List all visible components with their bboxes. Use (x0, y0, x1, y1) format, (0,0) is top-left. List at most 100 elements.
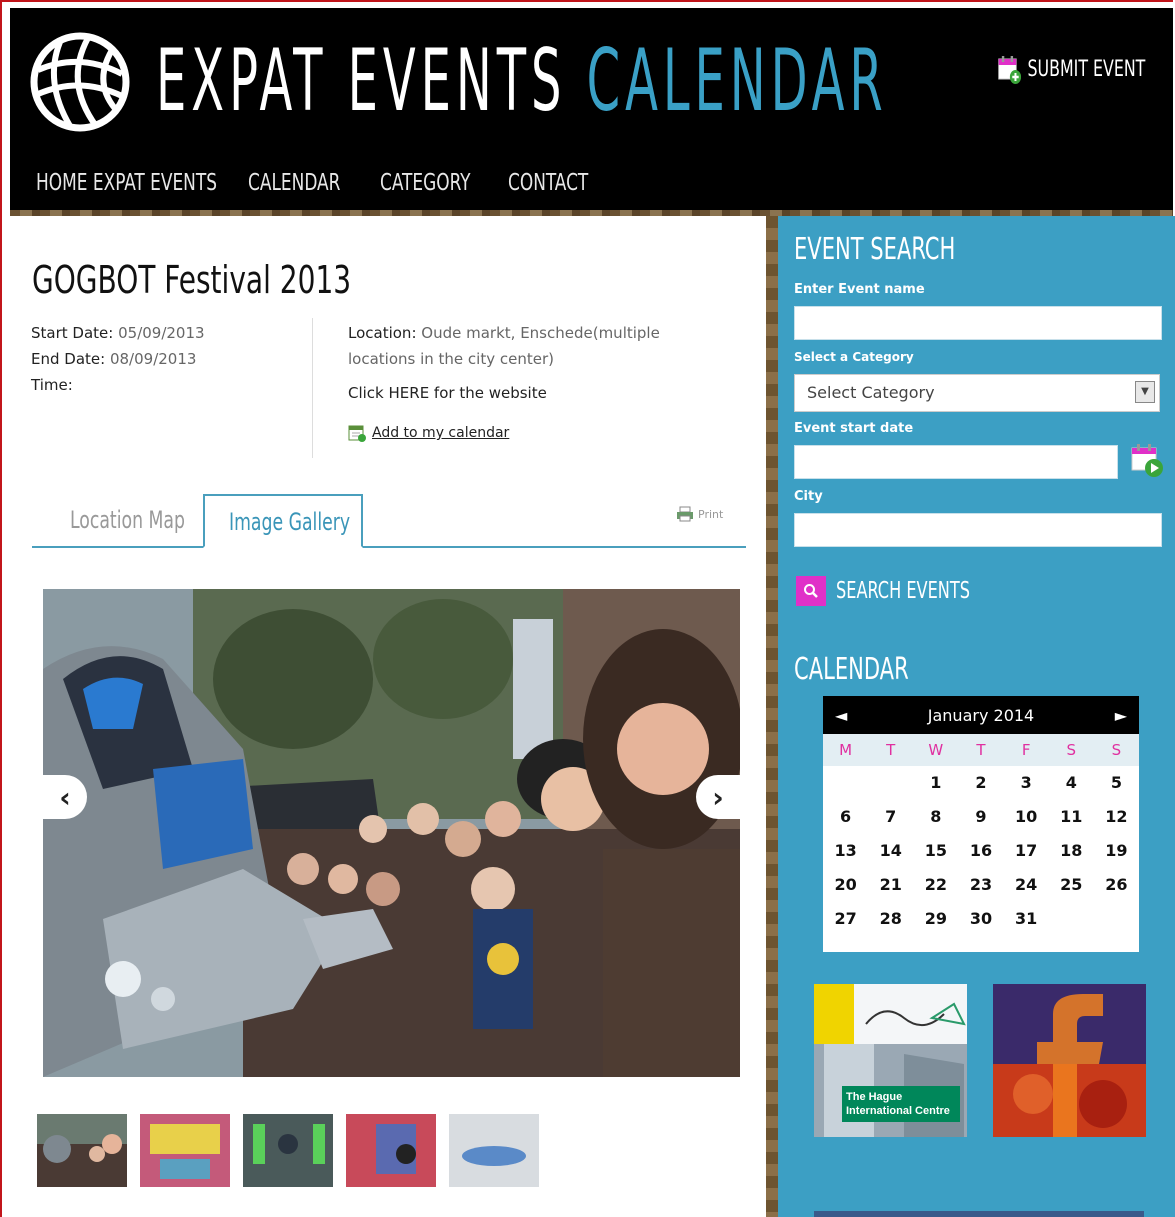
calendar-next-button[interactable]: ► (1115, 706, 1127, 725)
page-title: GOGBOT Festival 2013 (32, 258, 352, 302)
sidebar-footer-bar (814, 1211, 1144, 1217)
calendar-day[interactable]: 5 (1094, 766, 1139, 800)
add-to-calendar-link[interactable]: Add to my calendar (348, 424, 509, 442)
city-input[interactable] (794, 513, 1162, 547)
mini-calendar: ◄ January 2014 ► M T W T F S S 123456789… (823, 696, 1139, 952)
main-nav: HOME EXPAT EVENTS CALENDAR CATEGORY CONT… (36, 170, 618, 196)
calendar-day[interactable]: 3 (1004, 766, 1049, 800)
calendar-day[interactable]: 19 (1094, 834, 1139, 868)
decorative-divider (766, 216, 778, 1217)
search-events-label: SEARCH EVENTS (836, 578, 970, 604)
ad-text-line1: The Hague (846, 1091, 902, 1103)
calendar-month-label: January 2014 (927, 705, 1035, 725)
sidebar: EVENT SEARCH Enter Event name Select a C… (778, 216, 1175, 1217)
calendar-day[interactable]: 26 (1094, 868, 1139, 902)
gallery-next-button[interactable]: › (696, 775, 740, 819)
hague-international-centre-banner[interactable]: The Hague International Centre (814, 984, 967, 1137)
calendar-day[interactable]: 10 (1004, 800, 1049, 834)
tab-image-gallery[interactable]: Image Gallery (203, 494, 363, 548)
calendar-day[interactable]: 27 (823, 902, 868, 936)
calendar-day[interactable]: 31 (1004, 902, 1049, 936)
calendar-day[interactable]: 18 (1049, 834, 1094, 868)
print-button[interactable]: Print (676, 506, 723, 522)
calendar-day (823, 766, 868, 800)
gallery-main-image[interactable]: ‹ › (43, 589, 740, 1077)
calendar-day[interactable]: 20 (823, 868, 868, 902)
category-label: Select a Category (794, 350, 914, 364)
calendar-day[interactable]: 14 (868, 834, 913, 868)
gallery-thumbnail[interactable] (140, 1114, 230, 1187)
start-date-label: Start Date: (31, 324, 114, 342)
category-select[interactable]: Select Category ▼ (794, 374, 1160, 412)
submit-event-label: SUBMIT EVENT (1027, 56, 1145, 82)
tab-location-map[interactable]: Location Map (70, 506, 185, 534)
globe-logo-icon[interactable] (30, 32, 130, 132)
nav-home-expat-events[interactable]: HOME EXPAT EVENTS (36, 170, 217, 196)
weekday-label: M (839, 741, 853, 759)
calendar-day[interactable]: 4 (1049, 766, 1094, 800)
calendar-day[interactable]: 29 (913, 902, 958, 936)
submit-event-button[interactable]: SUBMIT EVENT (997, 54, 1145, 84)
time-label: Time: (31, 376, 73, 394)
nav-contact[interactable]: CONTACT (508, 170, 598, 196)
calendar-day[interactable]: 23 (958, 868, 1003, 902)
facebook-banner[interactable] (993, 984, 1146, 1137)
location-label: Location: (348, 324, 417, 342)
logo-text-white: EXPAT EVENTS (156, 31, 567, 131)
site-logo-text[interactable]: EXPAT EVENTS CALENDAR (156, 38, 888, 124)
website-link[interactable]: Click HERE for the website (348, 384, 547, 402)
print-label: Print (698, 507, 724, 521)
event-name-input[interactable] (794, 306, 1162, 340)
calendar-day[interactable]: 7 (868, 800, 913, 834)
chevron-left-icon: ‹ (59, 780, 71, 814)
search-icon (796, 576, 826, 606)
end-date-value: 08/09/2013 (109, 350, 197, 368)
calendar-day[interactable]: 6 (823, 800, 868, 834)
calendar-heading: CALENDAR (794, 652, 909, 687)
weekday-label: S (1066, 741, 1077, 759)
calendar-picker-icon[interactable] (1130, 442, 1164, 478)
calendar-day[interactable]: 1 (913, 766, 958, 800)
calendar-day[interactable]: 15 (913, 834, 958, 868)
tabs-underline (32, 546, 746, 548)
nav-calendar[interactable]: CALENDAR (248, 170, 356, 196)
calendar-header: ◄ January 2014 ► (823, 696, 1139, 734)
calendar-day[interactable]: 16 (958, 834, 1003, 868)
calendar-day (1049, 902, 1094, 936)
calendar-add-icon (997, 56, 1021, 84)
logo-text-blue: CALENDAR (586, 31, 888, 131)
category-select-value: Select Category (807, 383, 935, 402)
calendar-day (868, 766, 913, 800)
gallery-thumbnail[interactable] (243, 1114, 333, 1187)
calendar-day[interactable]: 2 (958, 766, 1003, 800)
calendar-day[interactable]: 25 (1049, 868, 1094, 902)
dropdown-arrow-icon: ▼ (1135, 381, 1155, 403)
weekday-label: T (976, 741, 986, 759)
printer-icon (677, 506, 693, 522)
calendar-day[interactable]: 17 (1004, 834, 1049, 868)
event-search-heading: EVENT SEARCH (794, 232, 956, 267)
gallery-prev-button[interactable]: ‹ (43, 775, 87, 819)
nav-category[interactable]: CATEGORY (380, 170, 485, 196)
calendar-day[interactable]: 8 (913, 800, 958, 834)
calendar-day[interactable]: 30 (958, 902, 1003, 936)
gallery-thumbnail[interactable] (449, 1114, 539, 1187)
calendar-days-grid: 1 2 3 4 5 6 7 8 9 10 11 12 13 14 15 16 17 18 19 20 21 22 23 24 2… (823, 766, 1139, 936)
calendar-day[interactable]: 12 (1094, 800, 1139, 834)
gallery-thumbnail[interactable] (346, 1114, 436, 1187)
gallery-thumbnail[interactable] (37, 1114, 127, 1187)
weekday-label: S (1111, 741, 1122, 759)
calendar-day[interactable]: 9 (958, 800, 1003, 834)
calendar-day[interactable]: 21 (868, 868, 913, 902)
calendar-day[interactable]: 13 (823, 834, 868, 868)
calendar-day[interactable]: 24 (1004, 868, 1049, 902)
search-events-button[interactable]: SEARCH EVENTS (796, 576, 1008, 606)
calendar-day[interactable]: 28 (868, 902, 913, 936)
gallery-photo (43, 589, 740, 1077)
tab-image-gallery-label: Image Gallery (229, 508, 351, 536)
city-label: City (794, 489, 823, 504)
start-date-input[interactable] (794, 445, 1118, 479)
calendar-day[interactable]: 22 (913, 868, 958, 902)
calendar-day[interactable]: 11 (1049, 800, 1094, 834)
calendar-prev-button[interactable]: ◄ (835, 706, 847, 725)
